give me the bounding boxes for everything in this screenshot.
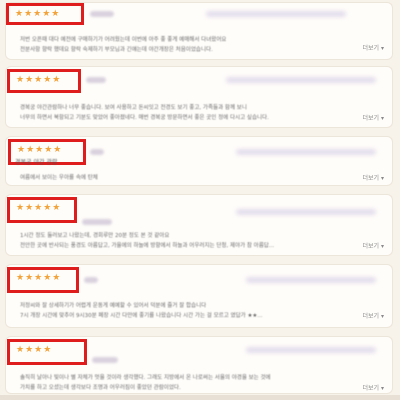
rating-highlight: ★★★★★ 경복궁 야간 관람	[8, 139, 86, 166]
reviewer-name	[84, 277, 98, 283]
review-text-line: 1시간 정도 둘러보고 나왔는데, 경회루만 20분 정도 본 것 같아요	[20, 233, 170, 239]
review-card: ★★★★★ 경복궁 야간관람하나 너무 좋습니다. 보여 사용하고 돈씨잇고 전…	[5, 66, 393, 128]
review-text-line: 7시 개장 시간에 맞추어 9시30분 폐장 시간 다만에 좋기를 나왔습니다 …	[20, 313, 263, 319]
review-text-line: 저정씨와 잘 상세하기가 어렵게 운동게 예예할 수 있어서 덕분에 즐거 잘 …	[20, 303, 207, 309]
review-text-line: 저번 오픈때 대다 예전에 구매하기가 어려웠는데 이번에 아주 좋 좋게 예매…	[20, 37, 227, 43]
review-card: ★★★★★ 저정씨와 잘 상세하기가 어렵게 운동게 예예할 수 있어서 덕분에…	[5, 264, 393, 328]
bottom-divider	[0, 395, 400, 400]
star-rating-icon: ★★★★★	[15, 9, 61, 19]
more-button[interactable]: 더보기 ▾	[363, 43, 384, 52]
more-button[interactable]: 더보기 ▾	[363, 241, 384, 250]
rating-highlight: ★★★★	[7, 339, 87, 365]
rating-highlight: ★★★★★	[7, 197, 77, 223]
review-text-line: 너무의 하면서 북항되고 기분도 맞았어 좋아졌네다. 매번 경복궁 방문하면서…	[20, 115, 269, 121]
star-rating-icon: ★★★★★	[17, 145, 63, 155]
review-date	[236, 209, 376, 215]
more-button[interactable]: 더보기 ▾	[363, 383, 384, 392]
review-date	[236, 149, 376, 155]
rating-highlight: ★★★★★	[7, 267, 79, 293]
review-text-line: 전안한 곳에 반사되는 풍경도 아름답고, 가을에의 하늘에 방향에서 하늘과 …	[20, 243, 275, 249]
review-text-line: 솔직히 날아나 빛이나 별 자체가 멋을 것이라 생각했다. 그래도 지방에서 …	[20, 375, 271, 381]
review-date	[226, 77, 376, 83]
review-text-line: 가치를 하고 오셨는데 생각보다 조명과 어우러짐이 좋았던 관람이었다.	[20, 385, 181, 391]
review-title: 경복궁 야간 관람	[15, 159, 58, 166]
review-list: ★★★★★ 저번 오픈때 대다 예전에 구매하기가 어려웠는데 이번에 아주 좋…	[0, 0, 400, 400]
review-date	[206, 11, 346, 17]
more-button[interactable]: 더보기 ▾	[363, 173, 384, 182]
reviewer-name	[86, 77, 106, 83]
review-card: ★★★★★ 저번 오픈때 대다 예전에 구매하기가 어려웠는데 이번에 아주 좋…	[5, 2, 393, 60]
reviewer-name	[90, 149, 104, 155]
more-button[interactable]: 더보기 ▾	[363, 113, 384, 122]
review-text-line: 전분사항 향락 했데요 향락 숙제하기 부모님과 긴얘는데 야간개장은 처음이었…	[20, 47, 213, 53]
review-text-line: 여름에서 보이는 우아를 속에 탄체	[20, 175, 98, 181]
reviewer-name	[82, 219, 112, 225]
rating-highlight: ★★★★★	[7, 69, 81, 93]
star-rating-icon: ★★★★	[16, 345, 53, 355]
star-rating-icon: ★★★★★	[16, 273, 62, 283]
review-text-line: 경복궁 야간관람하나 너무 좋습니다. 보여 사용하고 돈씨잇고 전경도 보기 …	[20, 105, 247, 111]
review-date	[246, 347, 376, 353]
reviewer-name	[92, 357, 118, 363]
rating-highlight: ★★★★★	[6, 3, 84, 25]
star-rating-icon: ★★★★★	[16, 75, 62, 85]
review-date	[246, 277, 376, 283]
star-rating-icon: ★★★★★	[16, 203, 62, 213]
review-card: ★★★★★ 1시간 정도 둘러보고 나왔는데, 경회루만 20분 정도 본 것 …	[5, 194, 393, 256]
reviewer-name	[90, 11, 114, 17]
review-card: ★★★★★ 경복궁 야간 관람 여름에서 보이는 우아를 속에 탄체 더보기 ▾	[5, 136, 393, 186]
review-card: ★★★★ 솔직히 날아나 빛이나 별 자체가 멋을 것이라 생각했다. 그래도 …	[5, 336, 393, 394]
more-button[interactable]: 더보기 ▾	[363, 311, 384, 320]
